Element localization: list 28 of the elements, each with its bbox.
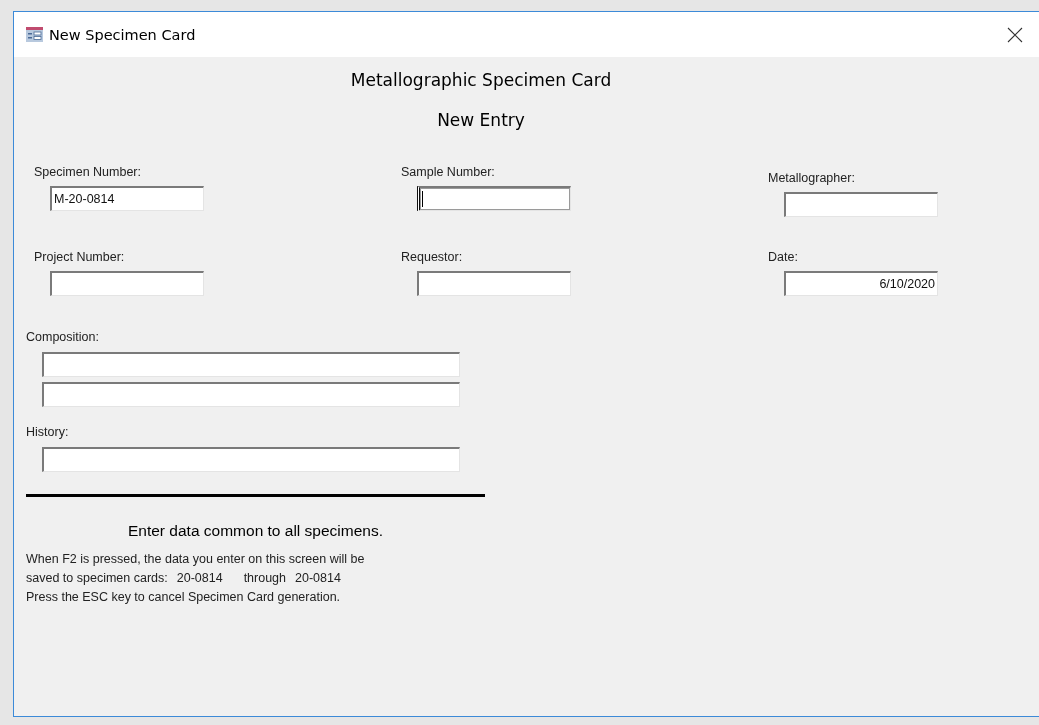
field-label: Specimen Number: (34, 165, 142, 179)
field-label: History: (26, 425, 70, 439)
field-label: Metallographer: (768, 171, 856, 185)
notice-text: When F2 is pressed, the data you enter on this screen will be (26, 552, 366, 566)
text-field[interactable] (417, 186, 571, 211)
notice-text: saved to specimen cards: (26, 571, 168, 585)
range-start: 20-0814 (176, 571, 223, 585)
form-title: Metallographic Specimen Card (349, 70, 613, 90)
notice-text: Press the ESC key to cancel Specimen Card generation. (26, 590, 342, 604)
text-field[interactable] (50, 271, 204, 296)
text-field[interactable] (42, 447, 460, 472)
field-label: Composition: (26, 330, 100, 344)
form-icon (26, 27, 43, 42)
text-field[interactable] (417, 271, 571, 296)
field-label: Date: (768, 250, 799, 264)
text-field[interactable]: M-20-0814 (50, 186, 204, 211)
form-subtitle: New Entry (436, 110, 526, 130)
date-field[interactable]: 6/10/2020 (784, 271, 938, 296)
notice-text: through (243, 571, 287, 585)
text-field[interactable] (784, 192, 938, 217)
range-end: 20-0814 (295, 571, 341, 585)
field-label: Project Number: (34, 250, 126, 264)
text-field[interactable] (42, 382, 460, 407)
notice-heading: Enter data common to all specimens. (127, 522, 384, 540)
field-label: Requestor: (401, 250, 464, 264)
text-field[interactable] (42, 352, 460, 377)
window-title: New Specimen Card (49, 26, 197, 43)
field-label: Sample Number: (401, 165, 496, 179)
